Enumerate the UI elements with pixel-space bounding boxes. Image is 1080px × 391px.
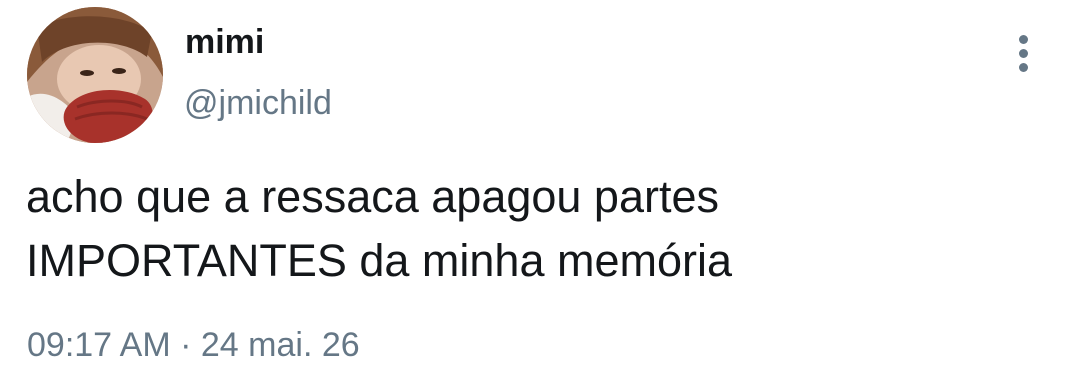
more-vertical-icon[interactable] [1008,30,1040,76]
tweet-text-line-2: IMPORTANTES da minha memória [26,235,733,286]
tweet-card: mimi @jmichild acho que a ressaca apagou… [0,0,1080,391]
avatar[interactable] [27,7,163,143]
tweet-date[interactable]: 24 mai. 26 [201,326,360,364]
avatar-photo [27,7,163,143]
tweet-time[interactable]: 09:17 AM [27,326,171,364]
user-handle[interactable]: @jmichild [184,83,332,123]
display-name[interactable]: mimi [185,22,264,62]
tweet-text-line-1: acho que a ressaca apagou partes [26,171,719,222]
meta-separator: · [180,326,192,364]
tweet-text: acho que a ressaca apagou partes IMPORTA… [26,165,1046,293]
tweet-meta: 09:17 AM · 24 mai. 26 [27,322,360,368]
